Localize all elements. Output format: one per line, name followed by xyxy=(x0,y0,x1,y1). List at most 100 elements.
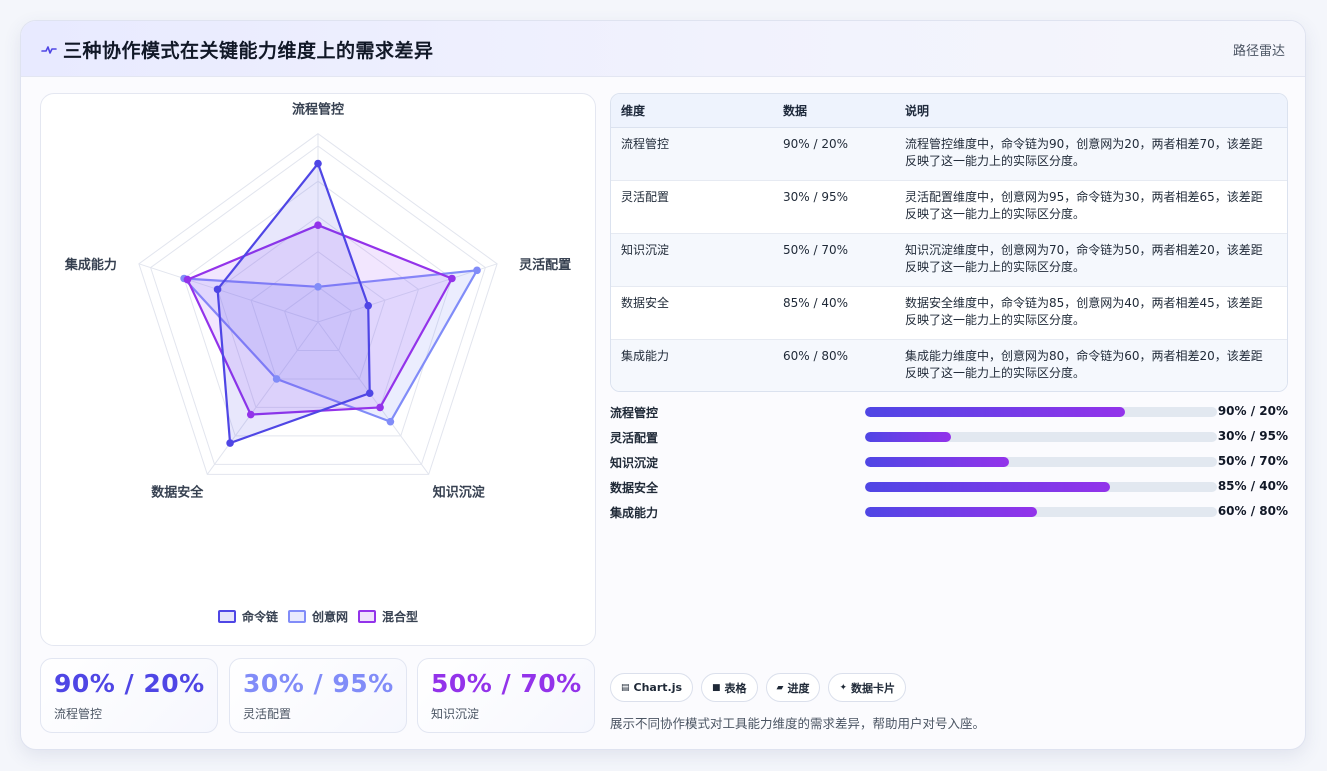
chart-icon: ▤ xyxy=(621,682,630,693)
progress-row: 知识沉淀 50% / 70% xyxy=(610,453,1288,478)
progress-value: 90% / 20% xyxy=(1217,404,1288,418)
progress-fill xyxy=(865,432,952,442)
progress-value: 85% / 40% xyxy=(1217,479,1288,493)
data-point xyxy=(448,274,456,283)
table-row[interactable]: 数据安全 85% / 40% 数据安全维度中，命令链为85，创意网为40，两者相… xyxy=(611,286,1287,340)
radar-chart: 流程管控灵活配置知识沉淀 数据安全 集成能力 xyxy=(64,102,571,501)
cell-description: 灵活配置维度中，创意网为95，命令链为30，两者相差65，该差距反映了这一能力上… xyxy=(895,180,1287,234)
progress-row: 集成能力 60% / 80% xyxy=(610,503,1288,528)
cell-dimension: 灵活配置 xyxy=(611,180,773,234)
data-point xyxy=(213,285,222,294)
legend-item-hybrid[interactable]: 混合型 xyxy=(358,608,418,625)
header-tag: 路径雷达 xyxy=(1232,44,1285,59)
stat-label: 灵活配置 xyxy=(243,707,292,721)
chip-progress[interactable]: ▰ 进度 xyxy=(765,673,821,702)
progress-label: 知识沉淀 xyxy=(610,456,659,470)
progress-row: 数据安全 85% / 40% xyxy=(610,478,1288,503)
data-point xyxy=(272,375,281,383)
chart-legend: 命令链 创意网 混合型 xyxy=(41,608,595,625)
table-row[interactable]: 灵活配置 30% / 95% 灵活配置维度中，创意网为95，命令链为30，两者相… xyxy=(611,180,1287,234)
table-row[interactable]: 集成能力 60% / 80% 集成能力维度中，创意网为80，命令链为60，两者相… xyxy=(611,339,1287,391)
data-point xyxy=(376,403,384,412)
main-card: 三种协作模式在关键能力维度上的需求差异 路径雷达 流程管控 灵活配置 知识沉淀 数据安… xyxy=(20,20,1306,750)
series-area xyxy=(216,162,371,445)
pulse-icon xyxy=(41,46,57,54)
stat-value: 50% / 70% xyxy=(431,669,582,698)
data-card-icon: ✦ xyxy=(839,682,848,693)
legend-swatch-creative xyxy=(287,610,306,623)
cell-description: 知识沉淀维度中，创意网为70，命令链为50，两者相差20，该差距反映了这一能力上… xyxy=(895,233,1287,287)
stat-card: 30% / 95% 灵活配置 xyxy=(229,658,407,733)
progress-fill xyxy=(865,457,1010,467)
progress-row: 灵活配置 30% / 95% xyxy=(610,428,1288,453)
progress-track xyxy=(865,507,1217,517)
column-header-data[interactable]: 数据 xyxy=(773,94,895,128)
table-header-row: 维度 数据 说明 xyxy=(611,94,1287,128)
page-title: 三种协作模式在关键能力维度上的需求差异 xyxy=(63,40,434,62)
cell-dimension: 集成能力 xyxy=(621,348,670,363)
progress-fill xyxy=(865,507,1038,517)
stat-label: 知识沉淀 xyxy=(431,707,480,721)
progress-label: 集成能力 xyxy=(610,506,659,520)
progress-value: 50% / 70% xyxy=(1217,454,1288,468)
progress-track xyxy=(865,457,1217,467)
cell-data: 90% / 20% xyxy=(773,127,895,181)
legend-label: 命令链 xyxy=(241,610,278,624)
chip-label: 表格 xyxy=(724,681,747,695)
tech-chips: ▤ Chart.js ■ 表格 ▰ 进度 ✦ 数据卡片 xyxy=(610,673,907,702)
progress-fill xyxy=(865,407,1126,417)
cell-dimension: 知识沉淀 xyxy=(611,233,773,287)
data-point xyxy=(473,266,481,275)
data-point xyxy=(226,439,234,447)
progress-track xyxy=(865,482,1217,492)
axis-label: 灵活配置 xyxy=(519,257,571,273)
legend-label: 创意网 xyxy=(311,610,348,624)
stat-card: 50% / 70% 知识沉淀 xyxy=(417,658,595,733)
progress-label: 数据安全 xyxy=(610,481,659,495)
table-icon: ■ xyxy=(712,682,721,693)
cell-description: 数据安全维度中，命令链为85，创意网为40，两者相差45，该差距反映了这一能力上… xyxy=(895,286,1287,340)
data-point xyxy=(246,410,255,419)
stat-value: 30% / 95% xyxy=(243,669,394,698)
chip-label: 进度 xyxy=(787,681,810,695)
progress-row: 流程管控 90% / 20% xyxy=(610,403,1288,428)
data-point xyxy=(365,389,374,397)
chip-chartjs[interactable]: ▤ Chart.js xyxy=(610,673,694,702)
column-header-dimension[interactable]: 维度 xyxy=(611,94,773,128)
legend-item-command[interactable]: 命令链 xyxy=(217,608,278,625)
cell-dimension: 数据安全 xyxy=(611,286,773,340)
progress-icon: ▰ xyxy=(776,682,784,693)
progress-fill xyxy=(865,482,1110,492)
axis-label: 集成能力 xyxy=(64,257,117,273)
legend-swatch-command xyxy=(217,610,236,623)
data-point xyxy=(364,301,373,310)
progress-value: 30% / 95% xyxy=(1217,429,1288,443)
progress-label: 灵活配置 xyxy=(610,431,659,445)
legend-swatch-hybrid xyxy=(358,610,376,623)
stat-label: 流程管控 xyxy=(54,707,103,721)
cell-data: 30% / 95% xyxy=(773,180,895,234)
chip-data-card[interactable]: ✦ 数据卡片 xyxy=(828,673,907,702)
progress-track xyxy=(865,407,1217,417)
footer-note: 展示不同协作模式对工具能力维度的需求差异，帮助用户对号入座。 xyxy=(610,716,986,731)
data-table: 维度 数据 说明 流程管控 90% / 20% 流程管控维度中，命令链为90，创… xyxy=(610,93,1288,392)
column-header-description[interactable]: 说明 xyxy=(895,94,1287,128)
chip-label: 数据卡片 xyxy=(851,681,896,695)
table-row[interactable]: 知识沉淀 50% / 70% 知识沉淀维度中，创意网为70，命令链为50，两者相… xyxy=(611,233,1287,287)
data-point xyxy=(314,283,322,291)
cell-data: 85% / 40% xyxy=(773,286,895,340)
cell-description: 流程管控维度中，命令链为90，创意网为20，两者相差70，该差距反映了这一能力上… xyxy=(895,127,1287,181)
data-point xyxy=(314,221,322,229)
table-row[interactable]: 流程管控 90% / 20% 流程管控维度中，命令链为90，创意网为20，两者相… xyxy=(611,127,1287,181)
progress-list: 流程管控 90% / 20% 灵活配置 30% / 95% 知识沉淀 50% /… xyxy=(610,403,1288,528)
axis-label: 数据安全 xyxy=(151,484,204,500)
stat-value: 90% / 20% xyxy=(54,669,205,698)
chip-table[interactable]: ■ 表格 xyxy=(701,673,758,702)
axis-label: 流程管控 xyxy=(292,102,344,118)
axis-label: 知识沉淀 xyxy=(433,484,486,500)
radar-chart-panel: 流程管控灵活配置知识沉淀 数据安全 集成能力 命令链 创意网 混合型 xyxy=(40,93,596,646)
data-point xyxy=(183,275,192,284)
legend-item-creative[interactable]: 创意网 xyxy=(287,608,348,625)
progress-label: 流程管控 xyxy=(610,406,659,420)
legend-label: 混合型 xyxy=(382,610,419,624)
